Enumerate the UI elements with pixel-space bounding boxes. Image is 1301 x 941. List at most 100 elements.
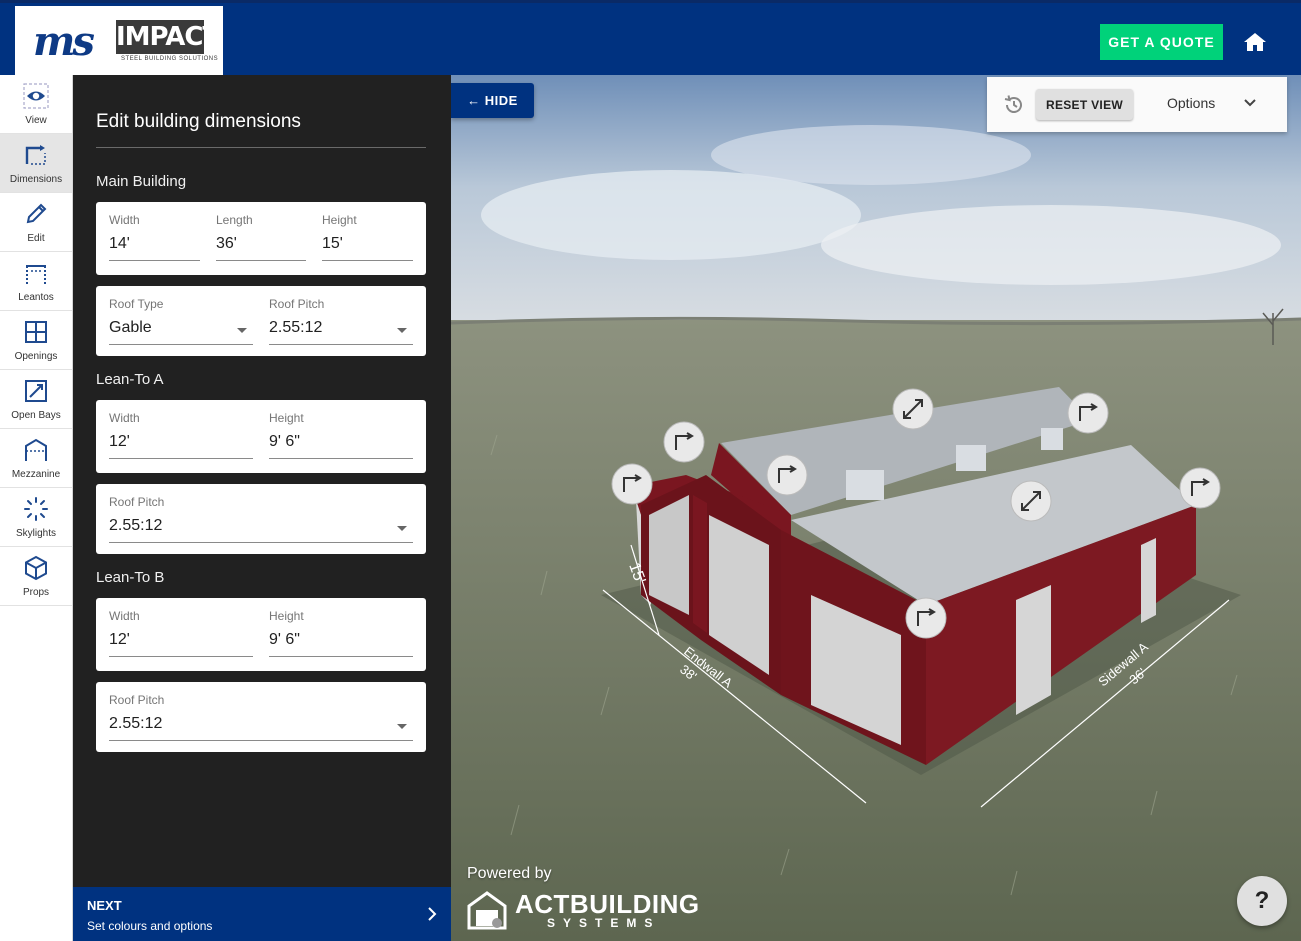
hide-panel-button[interactable]: ← HIDE [451,83,534,118]
main-dimensions-card: Width 14' Length 36' Height 15' [96,202,426,275]
dimension-handle-icon[interactable] [663,421,705,463]
leanto-a-roof-card: Roof Pitch 2.55:12 [96,484,426,554]
field-label: Roof Pitch [109,495,165,509]
top-bar: ms IMPACT STEEL BUILDING SOLUTIONS GET A… [0,0,1301,78]
tool-sidebar: View Dimensions Edit Leantos Openings Op… [0,75,73,941]
field-underline [109,542,413,543]
act-brand-subtext: SYSTEMS [547,916,661,930]
field-label: Length [216,213,253,227]
leanto-b-roof-pitch-select[interactable]: Roof Pitch 2.55:12 [109,693,413,741]
eye-icon [23,83,49,109]
leanto-icon [26,265,46,284]
field-underline [269,344,413,345]
field-label: Width [109,411,140,425]
resize-diagonal-icon[interactable] [892,388,934,430]
field-underline [109,458,253,459]
nav-label: Leantos [18,292,54,303]
3d-viewport[interactable]: 15' Endwall A 38' Sidewall A 36' ← HIDE … [451,75,1301,941]
nav-item-openings[interactable]: Openings [0,311,72,370]
main-width-input[interactable]: 14' [109,235,200,255]
caret-down-icon[interactable] [237,328,247,333]
field-label: Height [269,411,304,425]
view-toolbar: RESET VIEW Options [987,77,1287,132]
field-label: Roof Pitch [109,693,165,707]
leanto-a-height-input[interactable]: 9' 6" [269,433,413,453]
building-scene[interactable]: 15' Endwall A 38' Sidewall A 36' [451,75,1301,941]
dimensions-panel: Edit building dimensions Main Building W… [73,75,451,941]
options-dropdown-label[interactable]: Options [1167,95,1215,111]
dimension-handle-icon[interactable] [611,463,653,505]
main-roof-pitch-select[interactable]: Roof Pitch 2.55:12 [269,297,413,345]
nav-item-dimensions[interactable]: Dimensions [0,134,72,193]
leanto-b-height-input[interactable]: 9' 6" [269,631,413,651]
nav-item-props[interactable]: Props [0,547,72,606]
field-underline [109,740,413,741]
nav-label: Dimensions [9,174,63,185]
resize-diagonal-icon[interactable] [1010,480,1052,522]
field-label: Height [322,213,357,227]
leanto-b-width-field[interactable]: Width 12' [109,609,253,657]
field-underline [109,656,253,657]
dimension-handle-icon[interactable] [905,597,947,639]
leanto-a-roof-pitch-select[interactable]: Roof Pitch 2.55:12 [109,495,413,543]
main-width-field[interactable]: Width 14' [109,213,200,261]
field-label: Width [109,609,140,623]
panel-divider [96,147,426,148]
field-underline [322,260,413,261]
caret-down-icon[interactable] [397,526,407,531]
leanto-b-width-input[interactable]: 12' [109,631,253,651]
main-roof-card: Roof Type Gable Roof Pitch 2.55:12 [96,286,426,356]
leanto-a-heading: Lean-To A [96,371,164,388]
chevron-down-icon[interactable] [1244,99,1256,107]
nav-item-leantos[interactable]: Leantos [0,252,72,311]
roof-type-value[interactable]: Gable [109,319,253,339]
field-label: Height [269,609,304,623]
nav-item-edit[interactable]: Edit [0,193,72,252]
dimension-handle-icon[interactable] [1179,467,1221,509]
app-root: ms IMPACT STEEL BUILDING SOLUTIONS GET A… [0,0,1301,941]
leanto-b-roof-pitch-value[interactable]: 2.55:12 [109,715,413,735]
home-icon[interactable] [1242,30,1268,54]
help-button[interactable]: ? [1237,876,1287,926]
leanto-b-roof-card: Roof Pitch 2.55:12 [96,682,426,752]
main-height-field[interactable]: Height 15' [322,213,413,261]
main-building-heading: Main Building [96,173,187,190]
dimensions-icon [25,145,46,165]
nav-item-open-bays[interactable]: Open Bays [0,370,72,429]
nav-item-view[interactable]: View [0,75,72,134]
field-underline [109,260,200,261]
dimension-handle-icon[interactable] [1067,392,1109,434]
main-length-input[interactable]: 36' [216,235,306,255]
leanto-a-height-field[interactable]: Height 9' 6" [269,411,413,459]
dimension-handle-icon[interactable] [766,454,808,496]
leanto-a-width-input[interactable]: 12' [109,433,253,453]
caret-down-icon[interactable] [397,724,407,729]
leanto-a-roof-pitch-value[interactable]: 2.55:12 [109,517,413,537]
caret-down-icon[interactable] [397,328,407,333]
nav-item-skylights[interactable]: Skylights [0,488,72,547]
roof-type-select[interactable]: Roof Type Gable [109,297,253,345]
next-step-button[interactable]: NEXT Set colours and options [73,887,451,941]
leanto-a-width-field[interactable]: Width 12' [109,411,253,459]
nav-item-mezzanine[interactable]: Mezzanine [0,429,72,488]
nav-label: Skylights [15,528,56,539]
field-underline [269,656,413,657]
nav-label: View [25,115,47,126]
panel-title: Edit building dimensions [96,111,301,132]
get-a-quote-button[interactable]: GET A QUOTE [1100,24,1223,60]
main-length-field[interactable]: Length 36' [216,213,306,261]
reset-view-button[interactable]: RESET VIEW [1036,89,1133,120]
nav-label: Open Bays [11,410,61,421]
field-label: Width [109,213,140,227]
brand-logo[interactable]: ms IMPACT STEEL BUILDING SOLUTIONS [15,6,223,78]
nav-label: Mezzanine [11,469,61,480]
history-icon[interactable] [1003,94,1025,116]
openings-icon [25,321,47,343]
open-bays-icon [25,380,47,402]
main-roof-pitch-value[interactable]: 2.55:12 [269,319,413,339]
main-height-input[interactable]: 15' [322,235,413,255]
next-title: NEXT [87,898,122,913]
nav-label: Openings [14,351,58,362]
field-underline [109,344,253,345]
leanto-b-height-field[interactable]: Height 9' 6" [269,609,413,657]
